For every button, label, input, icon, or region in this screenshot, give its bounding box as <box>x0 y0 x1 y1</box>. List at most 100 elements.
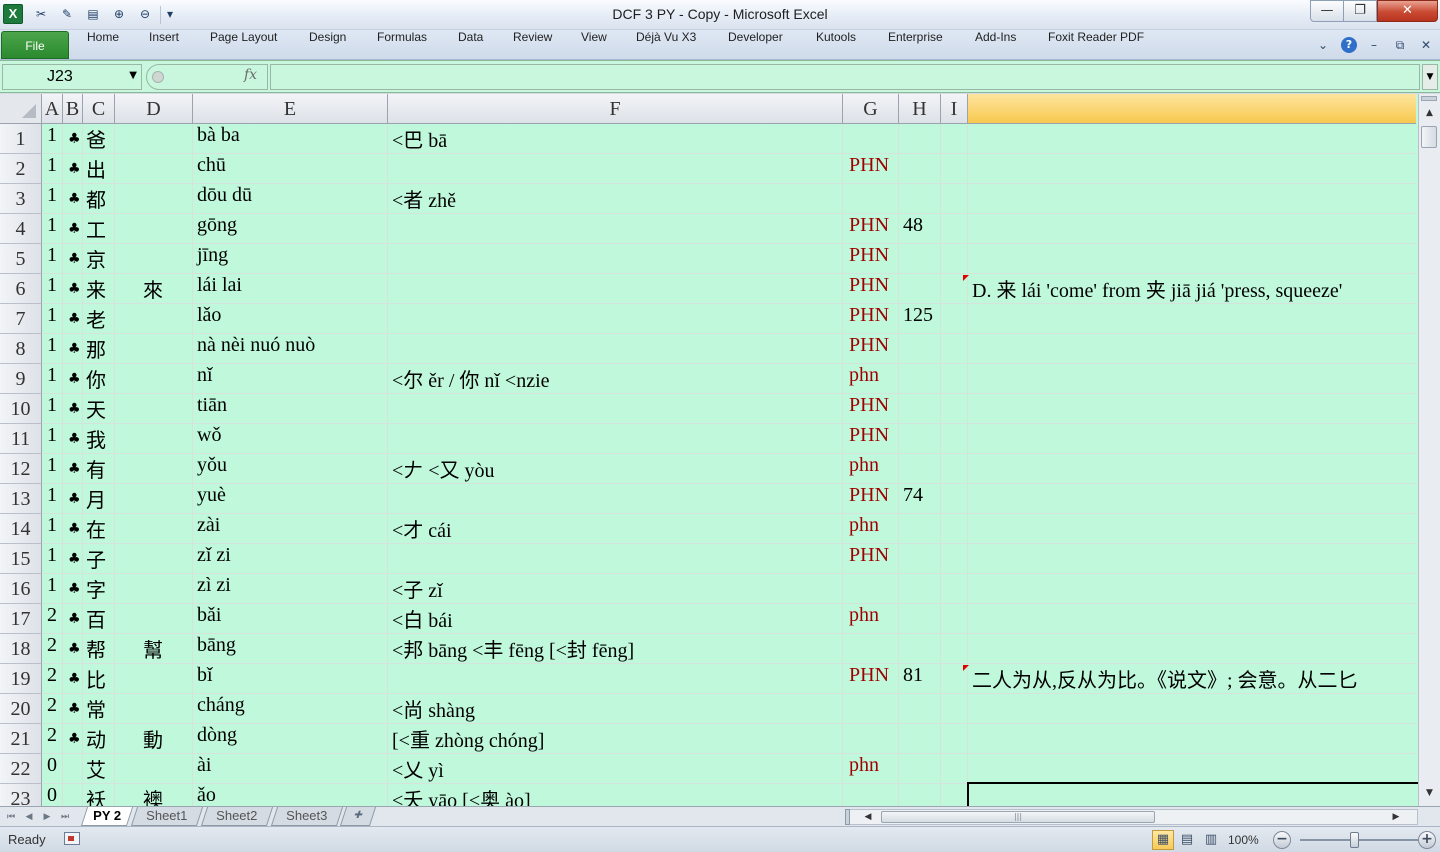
cell-f16[interactable]: <子 zǐ <box>392 574 443 604</box>
cell-e19[interactable]: bǐ <box>197 664 213 694</box>
cell-g17[interactable]: phn <box>849 604 879 634</box>
vertical-split-box[interactable] <box>1421 96 1437 101</box>
tab-review[interactable]: Review <box>513 30 552 60</box>
cell-e16[interactable]: zì zi <box>197 574 231 604</box>
cell-e14[interactable]: zài <box>197 514 220 544</box>
cell-e5[interactable]: jīng <box>197 244 228 274</box>
row-header[interactable]: 23 <box>0 784 42 806</box>
cell-b12[interactable]: ♣ <box>68 454 81 484</box>
row-header[interactable]: 6 <box>0 274 42 304</box>
normal-view-icon[interactable]: ▦ <box>1152 830 1174 850</box>
cell-f20[interactable]: <尚 shàng <box>392 694 475 724</box>
cell-c19[interactable]: 比 <box>86 664 106 694</box>
cell-c3[interactable]: 都 <box>86 184 106 214</box>
row-header[interactable]: 21 <box>0 724 42 754</box>
cell-b17[interactable]: ♣ <box>68 604 81 634</box>
cell-a8[interactable]: 1 <box>47 334 57 364</box>
cell-e20[interactable]: cháng <box>197 694 245 724</box>
cell-b8[interactable]: ♣ <box>68 334 81 364</box>
cell-e21[interactable]: dòng <box>197 724 237 754</box>
cell-g11[interactable]: PHN <box>849 424 889 454</box>
cell-e17[interactable]: bǎi <box>197 604 221 634</box>
workbook-minimize-icon[interactable]: – <box>1366 35 1382 55</box>
cell-b4[interactable]: ♣ <box>68 214 81 244</box>
row-header[interactable]: 20 <box>0 694 42 724</box>
cell-d23[interactable]: 襖 <box>143 784 163 806</box>
help-icon[interactable]: ? <box>1341 37 1357 53</box>
scroll-up-icon[interactable]: ▲ <box>1419 104 1440 122</box>
cell-f1[interactable]: <巴 bā <box>392 124 447 154</box>
insert-sheet-icon[interactable]: ✚ <box>339 807 377 826</box>
column-header-i[interactable]: I <box>941 94 968 124</box>
column-header-b[interactable]: B <box>63 94 83 124</box>
zoom-slider-track[interactable] <box>1300 839 1418 841</box>
vertical-scrollbar[interactable]: ▲ ▼ <box>1418 94 1440 806</box>
cell-c1[interactable]: 爸 <box>86 124 106 154</box>
row-header[interactable]: 22 <box>0 754 42 784</box>
cell-a2[interactable]: 1 <box>47 154 57 184</box>
tab-view[interactable]: View <box>581 30 607 60</box>
cell-h19[interactable]: 81 <box>903 664 923 694</box>
cell-a4[interactable]: 1 <box>47 214 57 244</box>
ribbon-collapse-icon[interactable]: ⌄ <box>1316 35 1330 55</box>
zoom-out-button[interactable]: − <box>1273 831 1291 849</box>
cell-c13[interactable]: 月 <box>86 484 106 514</box>
cell-c23[interactable]: 袄 <box>86 784 106 806</box>
cell-a21[interactable]: 2 <box>47 724 57 754</box>
name-box-dropdown-icon[interactable]: ▼ <box>129 70 137 81</box>
cell-b21[interactable]: ♣ <box>68 724 81 754</box>
row-header[interactable]: 13 <box>0 484 42 514</box>
row-header[interactable]: 19 <box>0 664 42 694</box>
workbook-restore-icon[interactable]: ⧉ <box>1392 35 1408 55</box>
row-header[interactable]: 12 <box>0 454 42 484</box>
column-header-f[interactable]: F <box>388 94 843 124</box>
cell-e18[interactable]: bāng <box>197 634 236 664</box>
sheet-tab-sheet1[interactable]: Sheet1 <box>130 807 204 826</box>
cell-g6[interactable]: PHN <box>849 274 889 304</box>
cell-c5[interactable]: 京 <box>86 244 106 274</box>
scroll-down-icon[interactable]: ▼ <box>1419 784 1440 802</box>
cell-a20[interactable]: 2 <box>47 694 57 724</box>
tab-foxit-reader[interactable]: Foxit Reader PDF <box>1048 30 1144 60</box>
tab-page-layout[interactable]: Page Layout <box>210 30 277 60</box>
cell-g4[interactable]: PHN <box>849 214 889 244</box>
cell-b3[interactable]: ♣ <box>68 184 81 214</box>
row-header[interactable]: 2 <box>0 154 42 184</box>
cell-g9[interactable]: phn <box>849 364 879 394</box>
tab-add-ins[interactable]: Add-Ins <box>975 30 1016 60</box>
zoom-in-button[interactable]: + <box>1418 831 1436 849</box>
cell-c10[interactable]: 天 <box>86 394 106 424</box>
cell-h13[interactable]: 74 <box>903 484 923 514</box>
cell-g19[interactable]: PHN <box>849 664 889 694</box>
cell-c6[interactable]: 来 <box>86 274 106 304</box>
formula-input[interactable] <box>270 64 1420 90</box>
cell-g8[interactable]: PHN <box>849 334 889 364</box>
worksheet-grid[interactable]: ABCDEFGHI 1 1 ♣ 爸 bà ba <巴 bā 2 1 ♣ 出 chū PHN 3 1 ♣ 都 dō… <box>0 94 1418 806</box>
cell-c8[interactable]: 那 <box>86 334 106 364</box>
cell-f12[interactable]: <𠂇 <又 yòu <box>392 454 495 484</box>
cell-e22[interactable]: ài <box>197 754 211 784</box>
cell-f21[interactable]: [<重 zhòng chóng] <box>392 724 544 754</box>
cell-c16[interactable]: 字 <box>86 574 106 604</box>
zoom-slider-thumb[interactable] <box>1350 832 1359 848</box>
cell-f23[interactable]: <夭 yāo [<奥 ào] <box>392 784 531 806</box>
prev-sheet-icon[interactable]: ◀ <box>22 809 36 825</box>
row-header[interactable]: 11 <box>0 424 42 454</box>
cell-b9[interactable]: ♣ <box>68 364 81 394</box>
row-header[interactable]: 3 <box>0 184 42 214</box>
horizontal-scrollbar[interactable]: ◀ ||| ▶ <box>845 809 1418 825</box>
cell-h7[interactable]: 125 <box>903 304 933 334</box>
cell-c4[interactable]: 工 <box>86 214 106 244</box>
cell-a1[interactable]: 1 <box>47 124 57 154</box>
cell-a13[interactable]: 1 <box>47 484 57 514</box>
column-header-a[interactable]: A <box>42 94 63 124</box>
row-header[interactable]: 1 <box>0 124 42 154</box>
cell-c12[interactable]: 有 <box>86 454 106 484</box>
cell-e7[interactable]: lǎo <box>197 304 221 334</box>
tab-home[interactable]: Home <box>87 30 119 60</box>
cell-b1[interactable]: ♣ <box>68 124 81 154</box>
column-header-h[interactable]: H <box>899 94 941 124</box>
cell-g2[interactable]: PHN <box>849 154 889 184</box>
cell-c17[interactable]: 百 <box>86 604 106 634</box>
comment-indicator-icon[interactable] <box>963 665 969 671</box>
